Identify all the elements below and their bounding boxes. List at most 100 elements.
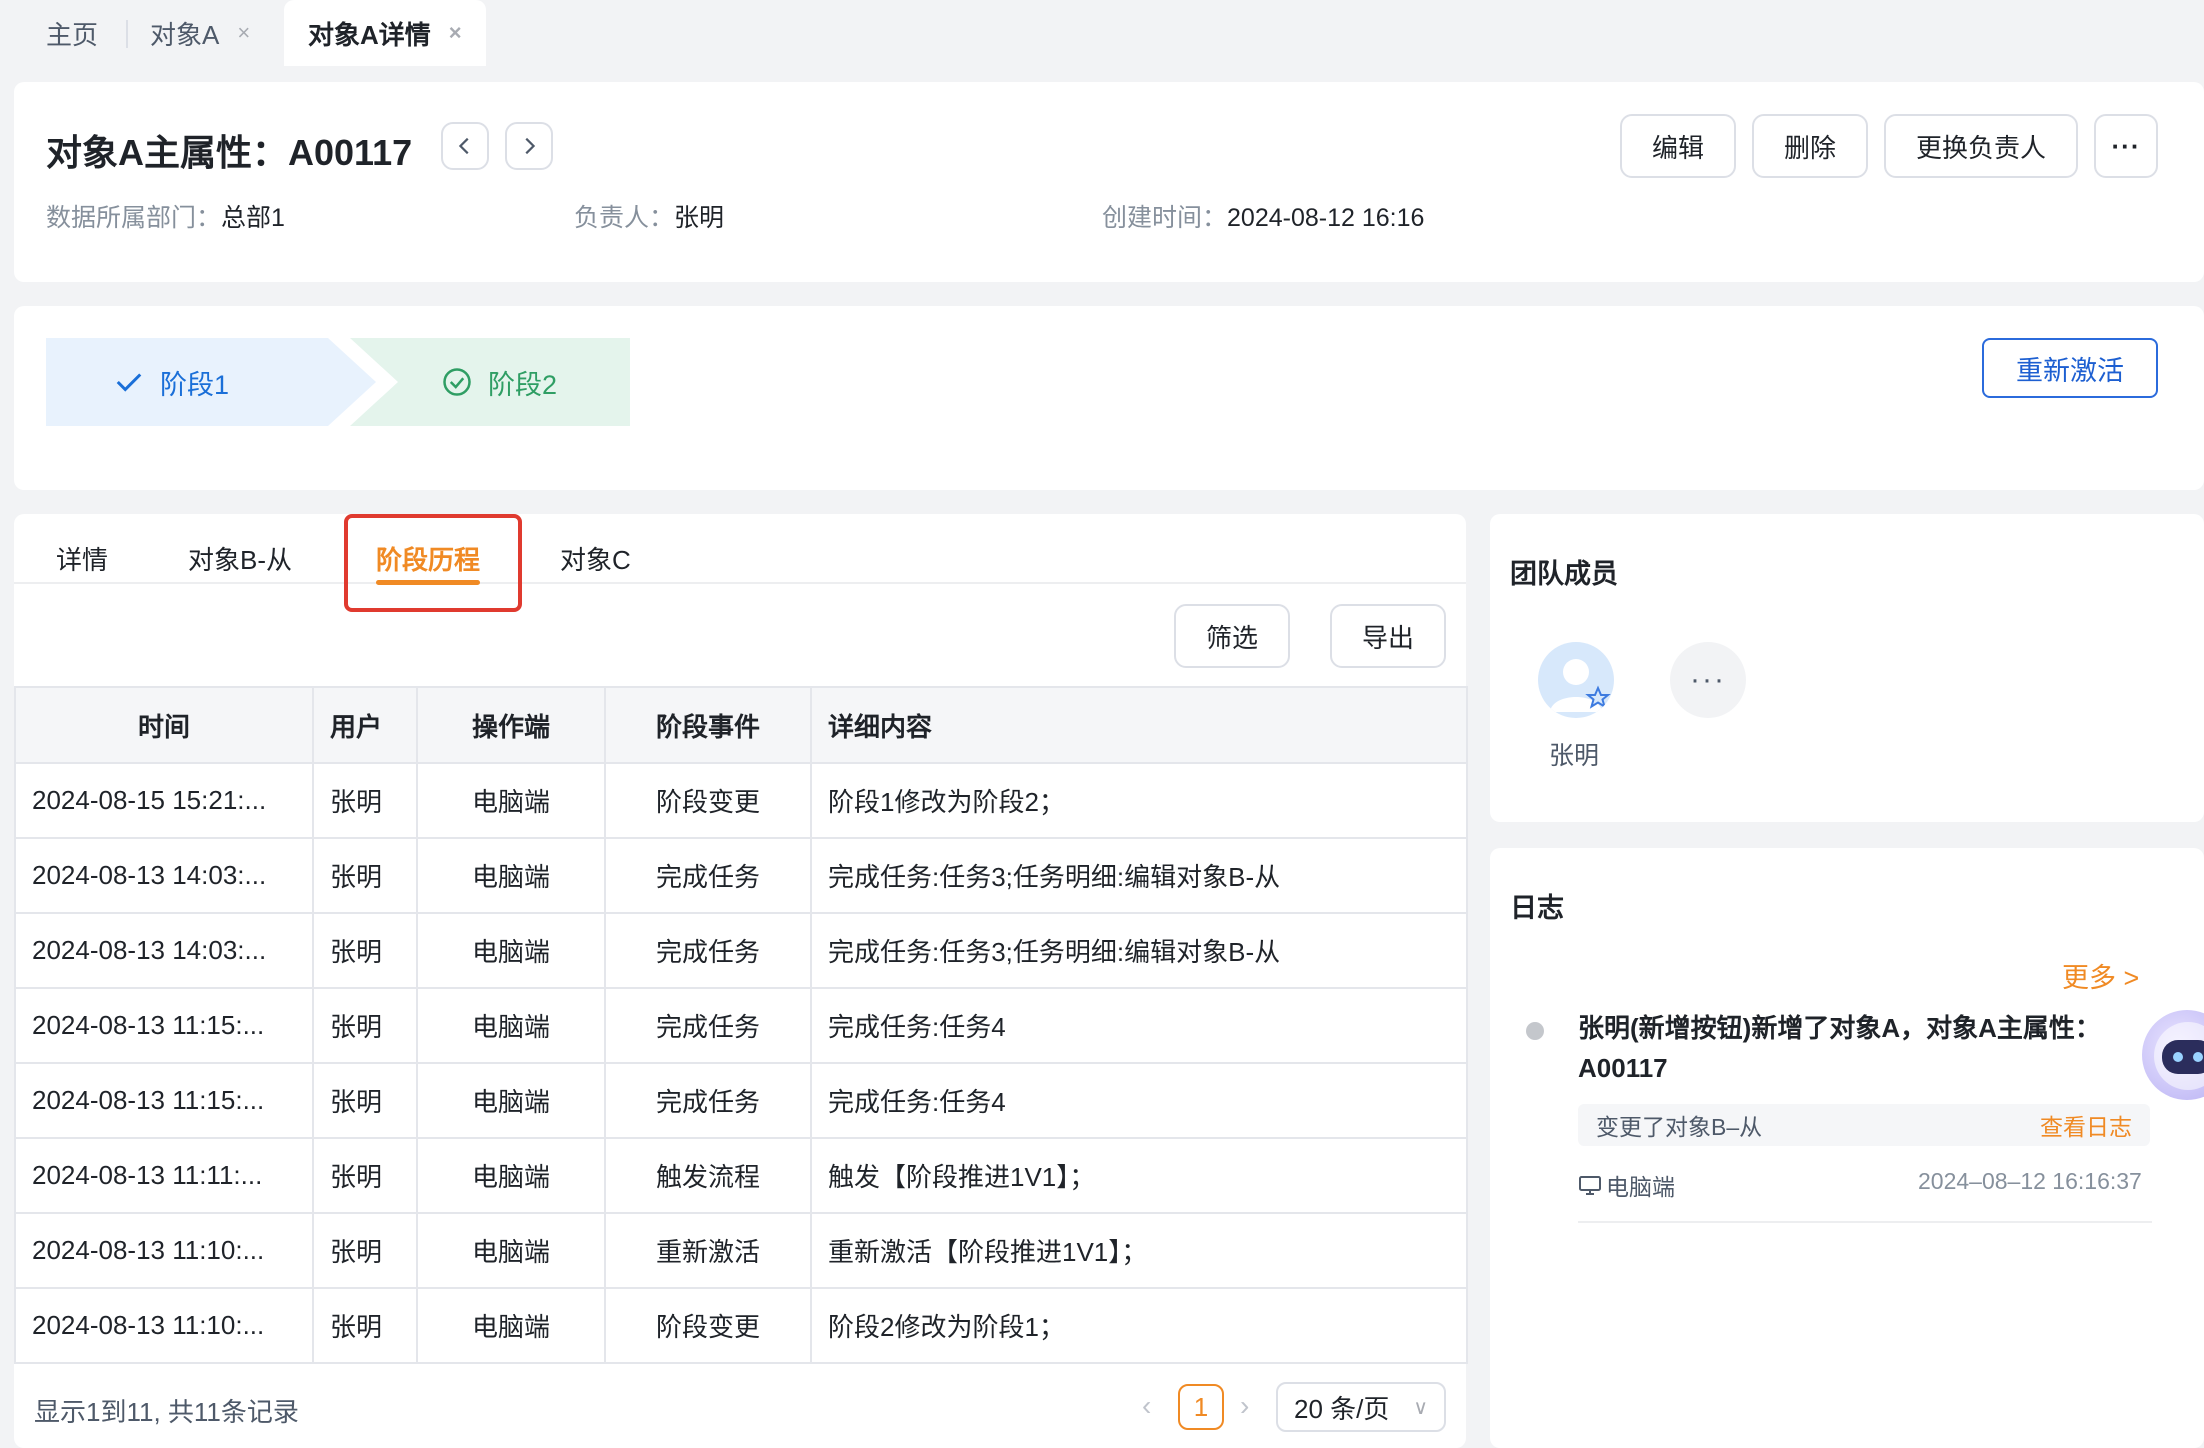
chevron-left-icon <box>458 137 469 155</box>
cell-user: 张明 <box>312 837 418 914</box>
table-header-row: 时间 用户 操作端 阶段事件 详细内容 <box>14 686 1468 764</box>
cell-time: 2024-08-13 11:15:... <box>14 1062 314 1139</box>
change-owner-button[interactable]: 更换负责人 <box>1884 114 2078 178</box>
cell-client: 电脑端 <box>416 1212 606 1289</box>
table-row[interactable]: 2024-08-13 11:15:... 张明 电脑端 完成任务 完成任务:任务4 <box>14 987 1468 1064</box>
log-timestamp: 2024–08–12 16:16:37 <box>1918 1168 2142 1194</box>
cell-detail: 触发【阶段推进1V1】； <box>810 1137 1468 1214</box>
top-tab-home[interactable]: 主页 <box>46 0 98 66</box>
meta-department: 数据所属部门：总部1 <box>46 198 285 234</box>
meta-owner: 负责人：张明 <box>574 198 724 234</box>
close-icon[interactable]: × <box>449 20 462 46</box>
column-header[interactable]: 详细内容 <box>810 686 1468 764</box>
avatar[interactable] <box>1538 642 1614 718</box>
cell-user: 张明 <box>312 1137 418 1214</box>
chevron-right-icon[interactable]: › <box>1240 1390 1249 1422</box>
cell-client: 电脑端 <box>416 912 606 989</box>
highlight-box <box>344 514 522 612</box>
table-row[interactable]: 2024-08-13 11:11:... 张明 电脑端 触发流程 触发【阶段推进1V1】… <box>14 1137 1468 1214</box>
meta-label: 创建时间： <box>1102 204 1228 232</box>
column-header[interactable]: 操作端 <box>416 686 606 764</box>
table-row[interactable]: 2024-08-13 11:10:... 张明 电脑端 阶段变更 阶段2修改为阶段1； <box>14 1287 1468 1364</box>
page-size-select[interactable]: 20 条/页 ∨ <box>1276 1382 1446 1432</box>
table-row[interactable]: 2024-08-13 14:03:... 张明 电脑端 完成任务 完成任务:任务3;任务… <box>14 837 1468 914</box>
export-button[interactable]: 导出 <box>1330 604 1446 668</box>
desktop-icon <box>1579 1176 1601 1195</box>
reactivate-button[interactable]: 重新激活 <box>1982 338 2158 398</box>
cell-event: 重新激活 <box>604 1212 812 1289</box>
table-row[interactable]: 2024-08-13 11:10:... 张明 电脑端 重新激活 重新激活【阶段推进1V… <box>14 1212 1468 1289</box>
tab-object-b[interactable]: 对象B-从 <box>188 540 292 577</box>
cell-user: 张明 <box>312 987 418 1064</box>
prev-record-button[interactable] <box>441 122 489 170</box>
cell-client: 电脑端 <box>416 1287 606 1364</box>
check-circle-icon <box>443 368 471 396</box>
cell-time: 2024-08-13 11:15:... <box>14 987 314 1064</box>
top-tab-label: 主页 <box>46 19 99 50</box>
record-summary: 显示1到11, 共11条记录 <box>34 1397 299 1427</box>
page-number-current[interactable]: 1 <box>1178 1384 1224 1430</box>
next-record-button[interactable] <box>505 122 553 170</box>
cell-event: 阶段变更 <box>604 1287 812 1364</box>
check-icon <box>116 373 142 392</box>
more-actions-button[interactable]: ··· <box>2094 114 2158 178</box>
page-title: 对象A主属性：A00117 <box>46 132 413 173</box>
delete-button[interactable]: 删除 <box>1752 114 1868 178</box>
cell-detail: 重新激活【阶段推进1V1】； <box>810 1212 1468 1289</box>
chevron-down-icon: ∨ <box>1413 1396 1428 1419</box>
cell-user: 张明 <box>312 912 418 989</box>
more-members-button[interactable]: ··· <box>1670 642 1746 718</box>
cell-user: 张明 <box>312 1287 418 1364</box>
cell-event: 阶段变更 <box>604 762 812 839</box>
stage-label: 阶段2 <box>488 369 558 400</box>
top-tab-object-a[interactable]: 对象A × <box>150 0 250 66</box>
log-entry-detail: 变更了对象B–从 查看日志 <box>1578 1104 2150 1146</box>
log-entry-text: 张明(新增按钮)新增了对象A，对象A主属性：A00117 <box>1578 1013 2101 1083</box>
cell-detail: 阶段2修改为阶段1； <box>810 1287 1468 1364</box>
column-header[interactable]: 用户 <box>312 686 418 764</box>
timeline-dot <box>1526 1022 1544 1040</box>
meta-value: 2024-08-12 16:16 <box>1227 204 1425 232</box>
edit-button[interactable]: 编辑 <box>1620 114 1736 178</box>
cell-time: 2024-08-13 14:03:... <box>14 912 314 989</box>
log-card <box>1490 848 2204 1448</box>
table-row[interactable]: 2024-08-13 14:03:... 张明 电脑端 完成任务 完成任务:任务3;任务… <box>14 912 1468 989</box>
stage-1[interactable]: 阶段1 <box>46 338 376 426</box>
cell-detail: 完成任务:任务4 <box>810 1062 1468 1139</box>
cell-detail: 完成任务:任务3;任务明细:编辑对象B-从 <box>810 912 1468 989</box>
cell-time: 2024-08-13 11:10:... <box>14 1287 314 1364</box>
chevron-left-icon[interactable]: ‹ <box>1142 1390 1151 1422</box>
table-body: 2024-08-15 15:21:... 张明 电脑端 阶段变更 阶段1修改为阶段2； 2… <box>14 762 1468 1364</box>
cell-user: 张明 <box>312 762 418 839</box>
log-more-link[interactable]: 更多 > <box>2062 956 2139 995</box>
cell-event: 触发流程 <box>604 1137 812 1214</box>
cell-user: 张明 <box>312 1212 418 1289</box>
close-icon[interactable]: × <box>237 20 250 46</box>
stage-history-table: 时间 用户 操作端 阶段事件 详细内容 2024-08-15 15:21:...… <box>14 686 1468 1364</box>
top-tab-object-a-detail[interactable]: 对象A详情 × <box>284 0 486 66</box>
top-tab-bar: 主页 对象A × 对象A详情 × <box>0 0 2204 66</box>
view-log-link[interactable]: 查看日志 <box>2040 1108 2132 1142</box>
column-header[interactable]: 阶段事件 <box>604 686 812 764</box>
tab-object-c[interactable]: 对象C <box>560 540 631 577</box>
meta-value: 张明 <box>674 204 725 232</box>
log-divider <box>1578 1221 2152 1223</box>
cell-time: 2024-08-13 11:10:... <box>14 1212 314 1289</box>
meta-created-time: 创建时间：2024-08-12 16:16 <box>1102 198 1424 234</box>
column-header[interactable]: 时间 <box>14 686 314 764</box>
cell-detail: 阶段1修改为阶段2； <box>810 762 1468 839</box>
tab-details[interactable]: 详情 <box>56 540 108 577</box>
cell-client: 电脑端 <box>416 762 606 839</box>
log-title: 日志 <box>1510 893 1564 923</box>
meta-value: 总部1 <box>221 204 285 232</box>
cell-client: 电脑端 <box>416 1137 606 1214</box>
cell-client: 电脑端 <box>416 1062 606 1139</box>
log-detail-text: 变更了对象B–从 <box>1596 1114 1763 1140</box>
filter-button[interactable]: 筛选 <box>1174 604 1290 668</box>
team-title: 团队成员 <box>1510 559 1618 589</box>
meta-label: 数据所属部门： <box>46 204 222 232</box>
table-row[interactable]: 2024-08-15 15:21:... 张明 电脑端 阶段变更 阶段1修改为阶段2； <box>14 762 1468 839</box>
user-avatar-icon <box>1550 659 1611 712</box>
member-name: 张明 <box>1549 742 1600 770</box>
table-row[interactable]: 2024-08-13 11:15:... 张明 电脑端 完成任务 完成任务:任务4 <box>14 1062 1468 1139</box>
